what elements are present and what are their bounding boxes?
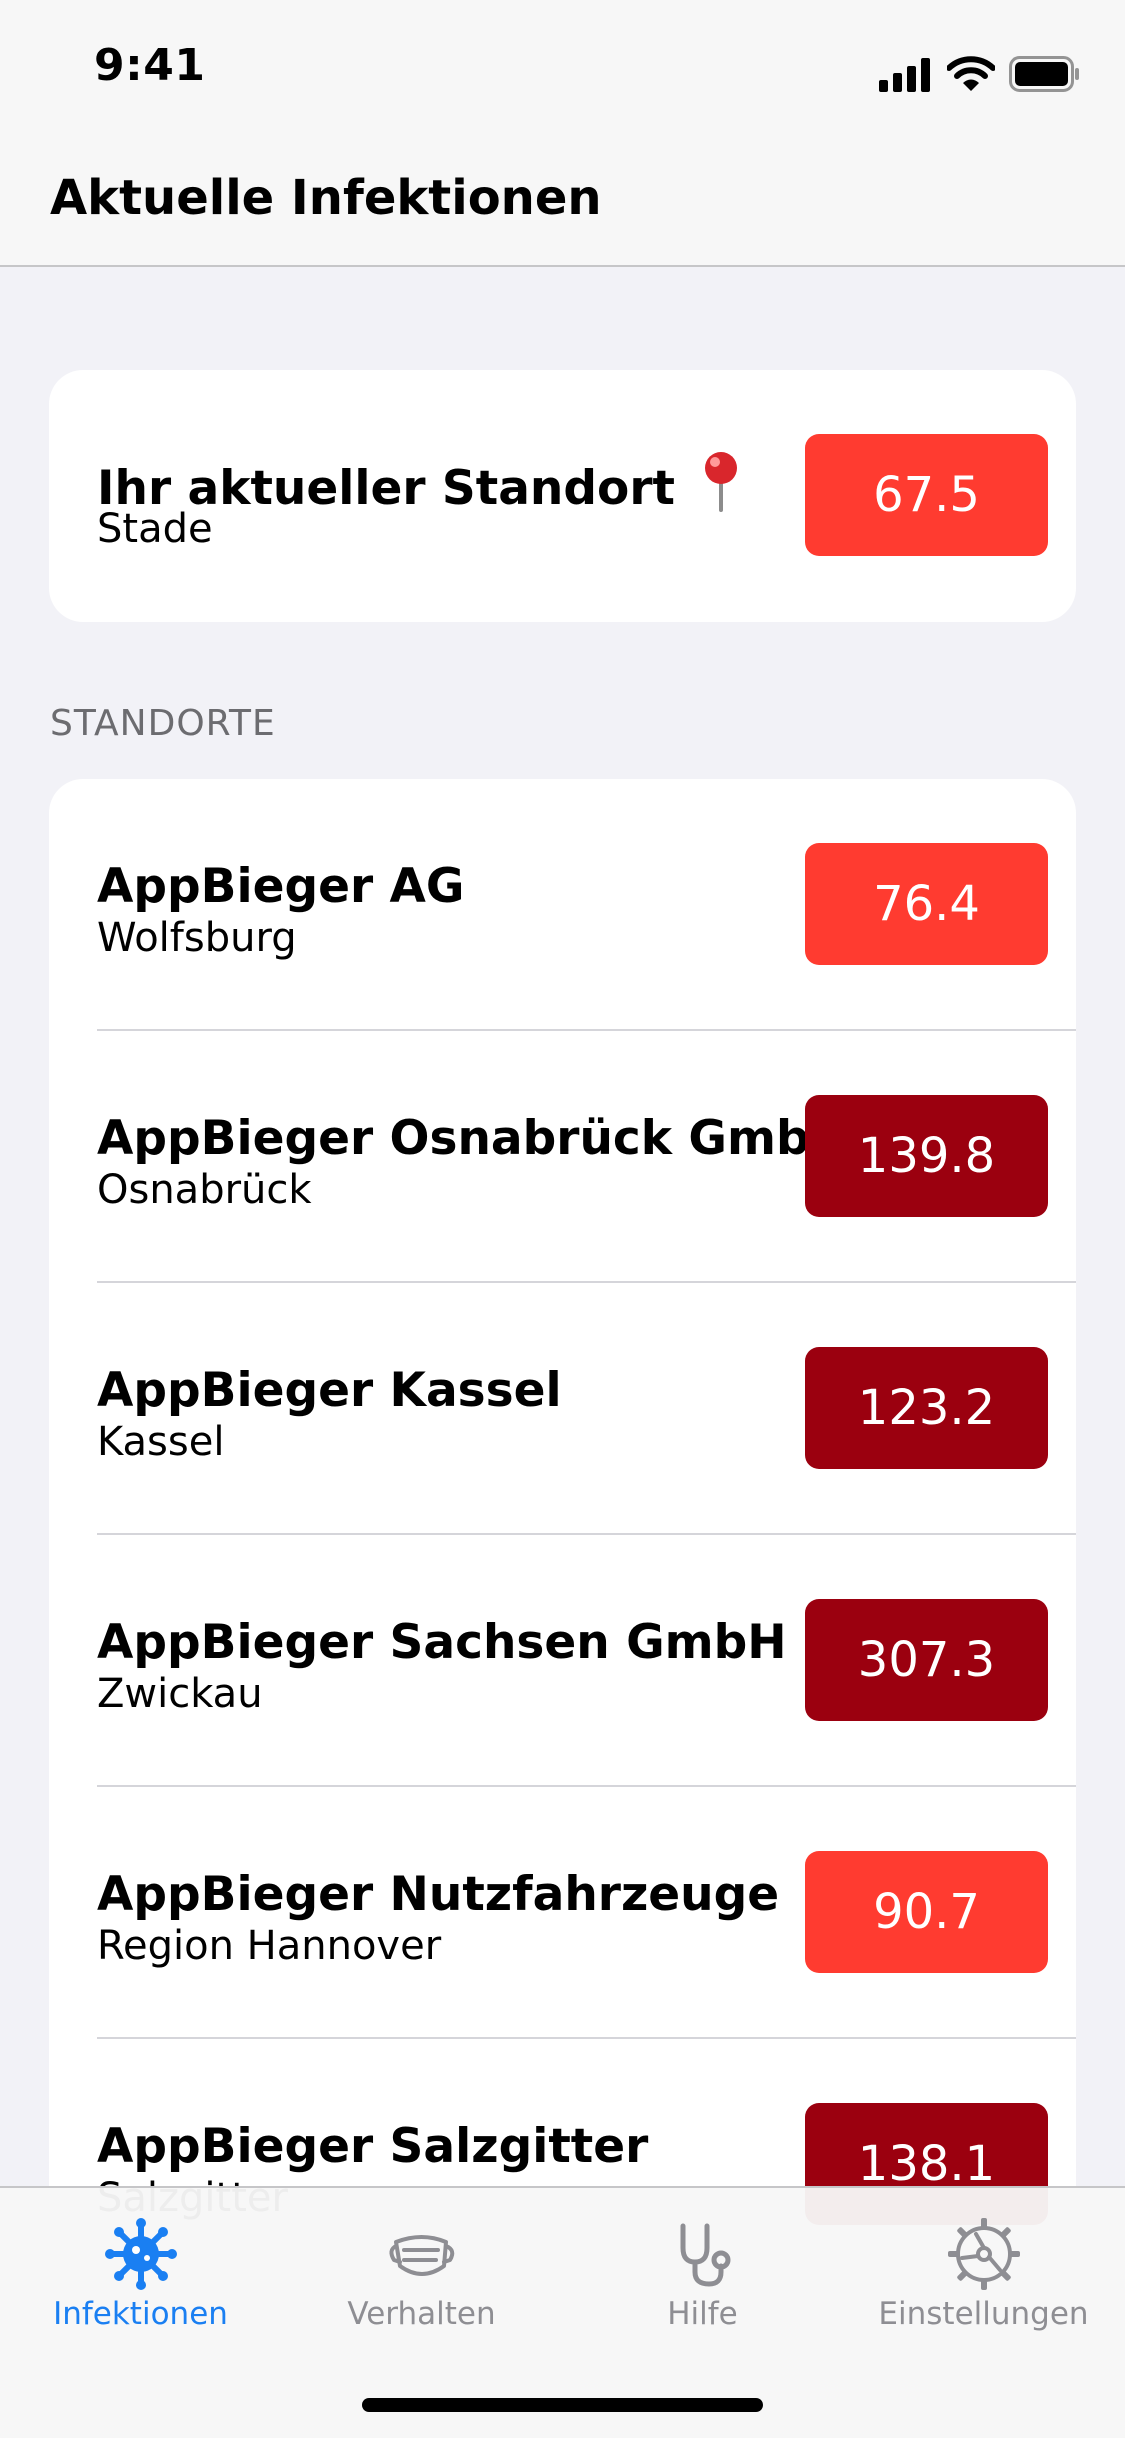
wifi-icon (947, 56, 995, 91)
current-location-card: Ihr aktueller Standort Stade 67.5 (49, 370, 1076, 622)
stethoscope-icon (680, 2223, 730, 2287)
location-name: AppBieger Osnabrück GmbH (97, 1111, 849, 1166)
incidence-value-badge: 90.7 (805, 1851, 1048, 1973)
incidence-value-badge: 139.8 (805, 1095, 1048, 1217)
list-item-location[interactable]: AppBieger AG Wolfsburg 76.4 (49, 779, 1076, 1031)
section-header-standorte: STANDORTE (50, 703, 276, 744)
location-city: Osnabrück (97, 1167, 312, 1213)
location-city: Zwickau (97, 1671, 263, 1717)
location-city: Region Hannover (97, 1923, 442, 1969)
incidence-value-badge: 67.5 (805, 434, 1048, 556)
tab-label: Einstellungen (878, 2296, 1089, 2332)
cellular-signal-icon (879, 58, 930, 92)
map-pin-icon (705, 452, 738, 512)
locations-list: AppBieger AG Wolfsburg 76.4 AppBieger Os… (49, 779, 1076, 2379)
status-time: 9:41 (94, 40, 206, 91)
tab-label: Hilfe (667, 2296, 738, 2332)
tab-bar: Infektionen Verhalten Hilfe Einstellunge… (0, 2186, 1125, 2438)
location-name: AppBieger Nutzfahrzeuge (97, 1867, 780, 1922)
location-name: AppBieger AG (97, 859, 465, 914)
incidence-value-badge: 307.3 (805, 1599, 1048, 1721)
incidence-value-badge: 123.2 (805, 1347, 1048, 1469)
list-item-location[interactable]: AppBieger Sachsen GmbH Zwickau 307.3 (49, 1535, 1076, 1787)
mask-icon (388, 2235, 454, 2276)
status-bar: 9:41 (0, 0, 1125, 140)
current-location-city: Stade (97, 506, 213, 552)
list-item-location[interactable]: AppBieger Nutzfahrzeuge Region Hannover … (49, 1787, 1076, 2039)
location-name: AppBieger Kassel (97, 1363, 562, 1418)
tab-label: Verhalten (347, 2296, 496, 2332)
page-title: Aktuelle Infektionen (50, 170, 602, 226)
current-location-row[interactable]: Ihr aktueller Standort Stade 67.5 (49, 370, 1076, 622)
tab-infektionen[interactable]: Infektionen (0, 2188, 281, 2358)
battery-icon (1009, 56, 1079, 92)
home-indicator[interactable] (362, 2398, 763, 2412)
tab-einstellungen[interactable]: Einstellungen (843, 2188, 1124, 2358)
location-name: AppBieger Sachsen GmbH (97, 1615, 787, 1670)
virus-icon (104, 2218, 177, 2290)
tab-verhalten[interactable]: Verhalten (281, 2188, 562, 2358)
tab-hilfe[interactable]: Hilfe (562, 2188, 843, 2358)
location-name: AppBieger Salzgitter (97, 2119, 649, 2174)
gear-icon (947, 2218, 1020, 2290)
incidence-value-badge: 76.4 (805, 843, 1048, 965)
list-item-location[interactable]: AppBieger Kassel Kassel 123.2 (49, 1283, 1076, 1535)
location-city: Kassel (97, 1419, 225, 1465)
location-city: Wolfsburg (97, 915, 297, 961)
navigation-bar: Aktuelle Infektionen (0, 140, 1125, 267)
status-icons (879, 52, 1081, 92)
list-item-location[interactable]: AppBieger Osnabrück GmbH Osnabrück 139.8 (49, 1031, 1076, 1283)
tab-label: Infektionen (53, 2296, 228, 2332)
